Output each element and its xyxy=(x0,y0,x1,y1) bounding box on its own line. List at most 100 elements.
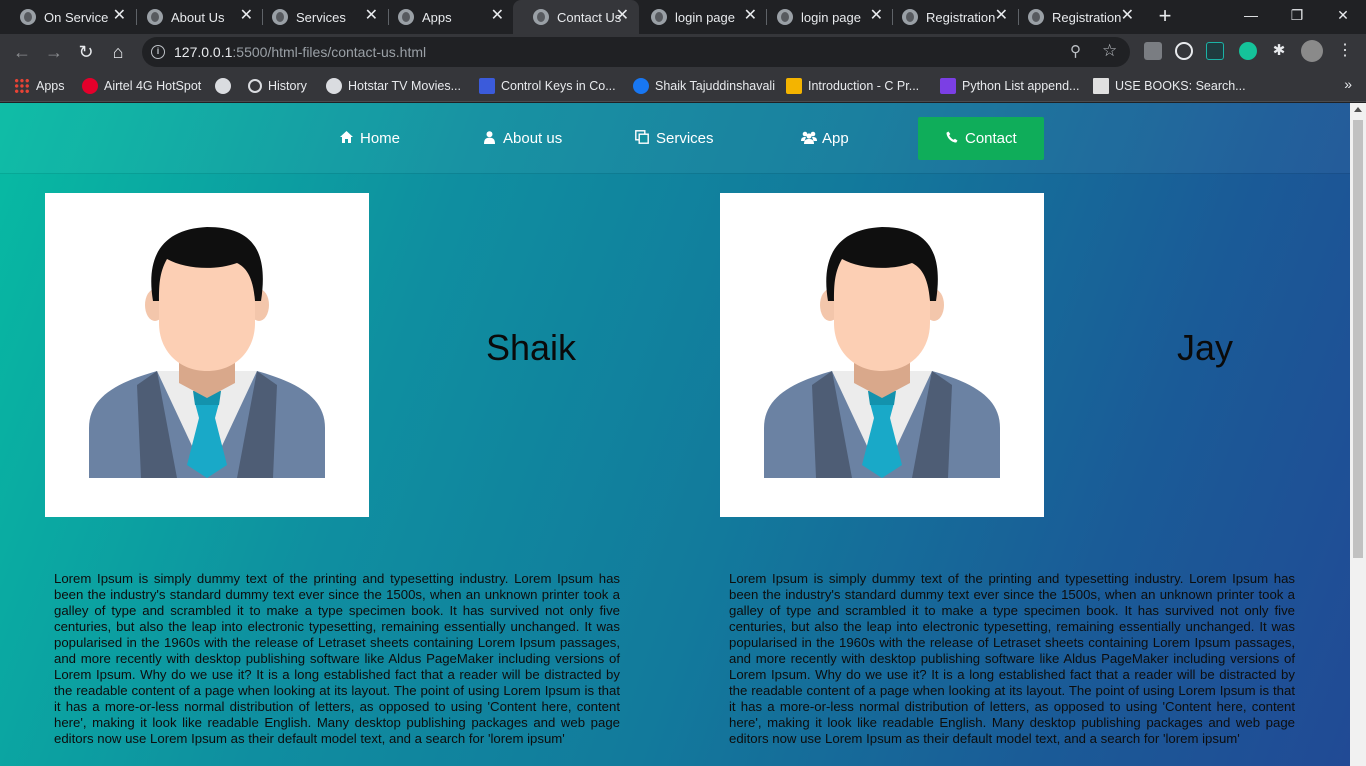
nav-contact[interactable]: Contact xyxy=(918,117,1044,160)
browser-tab[interactable]: On Service ✕ xyxy=(0,0,136,34)
extension-icon[interactable] xyxy=(1144,42,1162,60)
bookmark-use-books[interactable]: USE BOOKS: Search... xyxy=(1093,77,1246,95)
url-path: :5500/html-files/contact-us.html xyxy=(232,44,427,60)
browser-tab[interactable]: About Us ✕ xyxy=(127,0,263,34)
home-icon xyxy=(339,131,353,146)
page-scrollbar[interactable] xyxy=(1350,103,1366,766)
facebook-icon xyxy=(633,78,649,94)
globe-icon xyxy=(533,9,549,25)
bookmark-apps[interactable]: Apps xyxy=(14,77,65,95)
close-tab-icon[interactable]: ✕ xyxy=(240,8,253,24)
user-icon xyxy=(482,130,496,147)
bookmark-hotstar[interactable]: Hotstar TV Movies... xyxy=(326,77,461,95)
globe-icon xyxy=(147,9,163,25)
menu-kebab-icon[interactable]: ⋮ xyxy=(1336,42,1354,60)
restore-button[interactable]: ❐ xyxy=(1274,0,1320,32)
tab-strip: On Service ✕ About Us ✕ Services ✕ Apps … xyxy=(0,0,1366,34)
tab-title: Registration xyxy=(926,9,996,25)
bookmark-history[interactable]: History xyxy=(248,77,307,95)
address-bar[interactable]: i 127.0.0.1:5500/html-files/contact-us.h… xyxy=(142,37,1130,67)
nav-about[interactable]: About us xyxy=(482,117,562,160)
browser-tab[interactable]: login page ✕ xyxy=(757,0,893,34)
browser-toolbar: ← → ↻ ⌂ i 127.0.0.1:5500/html-files/cont… xyxy=(0,34,1366,70)
globe-icon xyxy=(1028,9,1044,25)
javatpoint-icon xyxy=(786,78,802,94)
globe-icon xyxy=(398,9,414,25)
close-tab-icon[interactable]: ✕ xyxy=(995,8,1008,24)
bookmark-label: Python List append... xyxy=(962,79,1080,93)
avatar[interactable] xyxy=(1301,40,1323,62)
globe-icon xyxy=(272,9,288,25)
nav-home[interactable]: Home xyxy=(339,117,400,160)
users-icon xyxy=(801,131,817,147)
browser-tab-active[interactable]: Contact Us ✕ xyxy=(513,0,639,34)
bookmark-c-intro[interactable]: Introduction - C Pr... xyxy=(786,77,919,95)
nav-label: Services xyxy=(656,130,714,147)
reload-icon[interactable]: ↻ xyxy=(74,40,98,64)
tab-title: login page xyxy=(675,9,735,25)
site-navbar: Home About us Services App Contact xyxy=(0,103,1350,173)
globe-icon xyxy=(20,9,36,25)
scrollbar-thumb[interactable] xyxy=(1353,120,1363,558)
grammarly-icon[interactable] xyxy=(1239,42,1257,60)
python-list-icon xyxy=(940,78,956,94)
scroll-up-arrow-icon[interactable] xyxy=(1354,107,1362,112)
browser-tab[interactable]: Registration ✕ xyxy=(1008,0,1144,34)
bookmark-control-keys[interactable]: Control Keys in Co... xyxy=(479,77,616,95)
bookmark-airtel[interactable]: Airtel 4G HotSpot xyxy=(82,77,201,95)
close-window-button[interactable]: ✕ xyxy=(1320,0,1366,32)
browser-tab[interactable]: Services ✕ xyxy=(252,0,388,34)
apps-grid-icon xyxy=(14,78,30,94)
close-tab-icon[interactable]: ✕ xyxy=(744,8,757,24)
bookmark-label: Control Keys in Co... xyxy=(501,79,616,93)
nav-label: App xyxy=(822,130,849,147)
bookmark-label: Introduction - C Pr... xyxy=(808,79,920,93)
more-bookmarks-button[interactable]: » xyxy=(1344,76,1352,92)
close-tab-icon[interactable]: ✕ xyxy=(365,8,378,24)
profile-photo xyxy=(45,193,369,517)
bookmark-globe[interactable] xyxy=(215,77,237,95)
bookmark-label: Airtel 4G HotSpot xyxy=(104,79,202,93)
phone-icon xyxy=(946,131,958,146)
close-tab-icon[interactable]: ✕ xyxy=(113,8,126,24)
browser-tab[interactable]: Registration ✕ xyxy=(882,0,1018,34)
tab-title: Apps xyxy=(422,9,452,25)
close-tab-icon[interactable]: ✕ xyxy=(616,8,629,24)
puzzle-extensions-icon[interactable]: ✱ xyxy=(1270,42,1288,60)
bookmark-star-icon[interactable]: ☆ xyxy=(1102,41,1117,61)
search-icon[interactable]: ⚲ xyxy=(1070,42,1081,60)
person-bio: Lorem Ipsum is simply dummy text of the … xyxy=(729,571,1295,746)
globe-icon xyxy=(326,78,342,94)
nav-label: About us xyxy=(503,130,563,147)
copy-icon xyxy=(635,130,649,147)
person-avatar-illustration xyxy=(764,227,1000,478)
globe-icon xyxy=(651,9,667,25)
notion-extension-icon[interactable] xyxy=(1206,42,1224,60)
person-name: Shaik xyxy=(486,327,577,368)
url-host: 127.0.0.1 xyxy=(174,44,233,60)
bookmark-facebook[interactable]: Shaik Tajuddinshavali xyxy=(633,77,775,95)
person-name: Jay xyxy=(1177,327,1234,368)
back-arrow-icon[interactable]: ← xyxy=(10,40,34,64)
new-tab-button[interactable]: + xyxy=(1152,3,1178,29)
home-icon[interactable]: ⌂ xyxy=(106,40,130,64)
globe-icon xyxy=(215,78,231,94)
bookmarks-bar: Apps Airtel 4G HotSpot History Hotstar T… xyxy=(0,70,1366,102)
close-tab-icon[interactable]: ✕ xyxy=(491,8,504,24)
bookmark-python-list[interactable]: Python List append... xyxy=(940,77,1079,95)
airtel-icon xyxy=(82,78,98,94)
tab-title: On Service xyxy=(44,9,109,25)
site-info-icon[interactable]: i xyxy=(151,45,165,59)
minimize-button[interactable]: — xyxy=(1228,0,1274,32)
tab-title: About Us xyxy=(171,9,225,25)
browser-tab[interactable]: Apps ✕ xyxy=(378,0,514,34)
close-tab-icon[interactable]: ✕ xyxy=(1121,8,1134,24)
url-text[interactable]: 127.0.0.1:5500/html-files/contact-us.htm… xyxy=(174,44,426,60)
browser-tab[interactable]: login page ✕ xyxy=(631,0,767,34)
tab-title: Services xyxy=(296,9,346,25)
nav-app[interactable]: App xyxy=(801,117,849,160)
close-tab-icon[interactable]: ✕ xyxy=(870,8,883,24)
speed-dial-icon[interactable] xyxy=(1175,42,1193,60)
nav-services[interactable]: Services xyxy=(635,117,714,160)
forward-arrow-icon[interactable]: → xyxy=(42,40,66,64)
